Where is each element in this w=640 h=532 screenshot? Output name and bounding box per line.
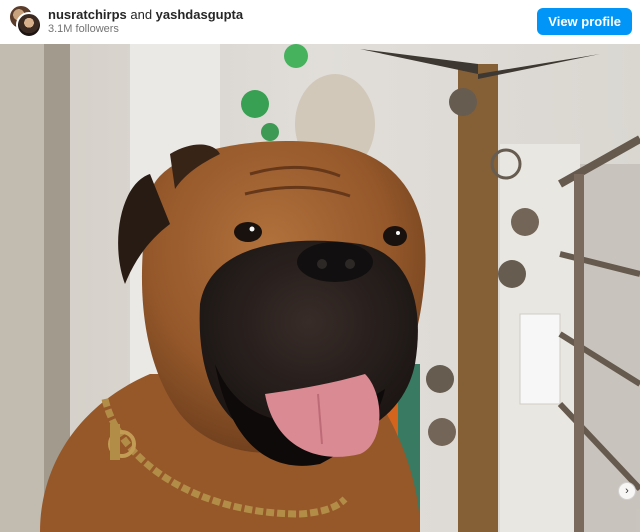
next-photo-button[interactable]: › [618,482,636,500]
follower-count: 3.1M followers [48,23,119,35]
view-profile-button[interactable]: View profile [537,8,632,35]
chevron-right-icon: › [625,485,629,497]
avatar[interactable] [16,12,42,38]
collab-avatars[interactable] [8,4,42,38]
dog-photo [0,44,640,532]
names-connector: and [126,7,156,22]
username-link[interactable]: nusratchirps [48,7,127,22]
post-photo[interactable]: › [0,44,640,532]
collab-names: nusratchirps and yashdasgupta [48,7,243,22]
username-link[interactable]: yashdasgupta [156,7,243,22]
post-header: nusratchirps and yashdasgupta 3.1M follo… [0,0,640,44]
